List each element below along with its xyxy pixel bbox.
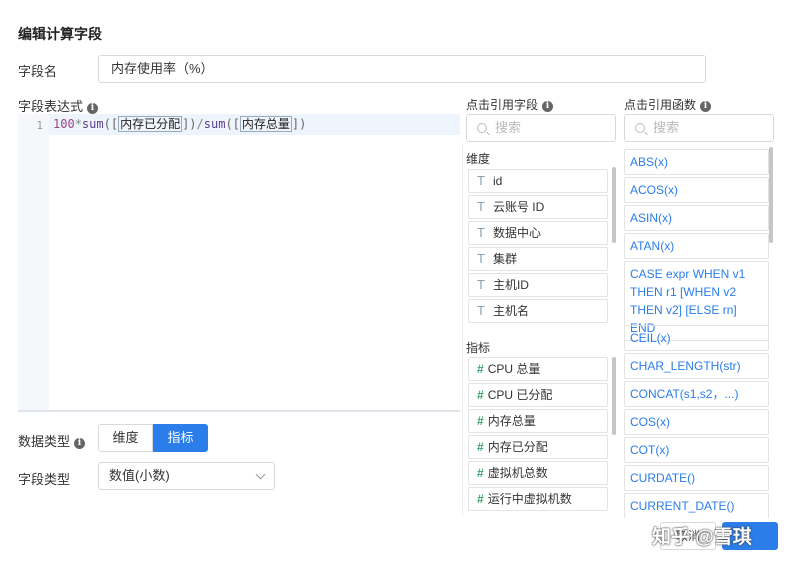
info-icon[interactable]: i <box>542 101 554 112</box>
field-item[interactable]: # 内存总量 <box>468 409 608 433</box>
field-item-label: 内存总量 <box>487 414 536 428</box>
data-type-toggle: 维度 指标 <box>98 424 208 452</box>
function-search-placeholder: 搜索 <box>653 120 680 135</box>
metric-group-label: 指标 <box>466 341 491 355</box>
text-type-icon: T <box>477 277 485 292</box>
field-type-value: 数值(小数) <box>109 468 170 483</box>
operator-token: / <box>196 117 204 131</box>
field-item-label: CPU 总量 <box>487 362 541 376</box>
field-name-input[interactable]: 内存使用率（%） <box>98 55 706 83</box>
function-item[interactable]: COS(x) <box>624 409 769 435</box>
hash-icon: # <box>477 362 484 376</box>
field-item[interactable]: # 运行中虚拟机数 <box>468 487 608 511</box>
field-type-select[interactable]: 数值(小数) <box>98 462 275 490</box>
field-item[interactable]: T 主机ID <box>468 273 608 297</box>
number-token: 100 <box>53 117 75 131</box>
functions-scrollbar[interactable] <box>769 147 773 243</box>
function-search-input[interactable]: 搜索 <box>624 114 774 142</box>
field-item[interactable]: T 数据中心 <box>468 221 608 245</box>
dimension-scrollbar[interactable] <box>612 167 616 243</box>
expression-label: 字段表达式 <box>18 99 84 114</box>
bracket-token: ]) <box>291 117 307 131</box>
field-item-label: 集群 <box>492 252 517 266</box>
text-type-icon: T <box>477 303 485 318</box>
field-item[interactable]: # CPU 已分配 <box>468 383 608 407</box>
fields-header-row: 点击引用字段 i <box>466 96 554 113</box>
field-item[interactable]: Tid <box>468 169 608 193</box>
search-icon <box>477 123 487 133</box>
function-token: sum <box>81 117 104 131</box>
field-item-label: 内存已分配 <box>487 440 548 454</box>
info-icon[interactable]: i <box>87 103 99 114</box>
function-item[interactable]: ACOS(x) <box>624 177 769 203</box>
info-icon[interactable]: i <box>74 438 86 449</box>
field-item[interactable]: # 虚拟机总数 <box>468 461 608 485</box>
field-reference[interactable]: 内存已分配 <box>118 116 183 132</box>
functions-list: ABS(x) ACOS(x) ASIN(x) ATAN(x) CASE expr… <box>624 143 776 518</box>
field-item[interactable]: T 集群 <box>468 247 608 271</box>
field-reference[interactable]: 内存总量 <box>239 116 292 132</box>
expression-label-row: 字段表达式 i <box>18 96 99 115</box>
function-item[interactable]: CEIL(x) <box>624 325 769 351</box>
field-item-label: CPU 已分配 <box>487 388 553 402</box>
expression-editor[interactable]: 1 100*sum([内存已分配])/sum([内存总量]) <box>18 114 460 412</box>
watermark: 知乎 @雪琪 <box>652 527 752 548</box>
function-token: sum <box>203 117 226 131</box>
metric-option[interactable]: 指标 <box>153 424 208 452</box>
field-item-label: 云账号 ID <box>492 200 545 214</box>
field-item[interactable]: # 内存已分配 <box>468 435 608 459</box>
field-search-placeholder: 搜索 <box>495 120 522 135</box>
dimension-option[interactable]: 维度 <box>98 424 153 452</box>
bracket-token: ([ <box>225 117 240 131</box>
operator-token: * <box>74 117 82 131</box>
dialog-title: 编辑计算字段 <box>18 26 102 42</box>
chevron-down-icon <box>255 469 266 480</box>
function-item[interactable]: ATAN(x) <box>624 233 769 259</box>
hash-icon: # <box>477 388 484 402</box>
function-item[interactable]: ASIN(x) <box>624 205 769 231</box>
field-search-input[interactable]: 搜索 <box>466 114 616 142</box>
text-type-icon: T <box>477 199 485 214</box>
field-item[interactable]: T 云账号 ID <box>468 195 608 219</box>
hash-icon: # <box>477 414 484 428</box>
panel-divider <box>462 143 463 515</box>
hash-icon: # <box>477 466 484 480</box>
field-item-label: id <box>492 174 503 188</box>
dimension-group-label: 维度 <box>466 152 491 166</box>
data-type-label-row: 数据类型 i <box>18 431 86 450</box>
metric-scrollbar[interactable] <box>612 357 616 435</box>
function-item[interactable]: ABS(x) <box>624 149 769 175</box>
fields-list: 维度 Tid T 云账号 ID T 数据中心 T 集群 T 主机ID T 主机名 指标 #… <box>462 143 616 515</box>
function-item[interactable]: CURRENT_DATE() <box>624 493 769 518</box>
data-type-label: 数据类型 <box>18 434 71 449</box>
field-item-label: 虚拟机总数 <box>487 466 548 480</box>
field-item-label: 主机名 <box>492 304 529 318</box>
field-item-label: 主机ID <box>492 278 529 292</box>
search-icon <box>635 123 645 133</box>
field-type-label: 字段类型 <box>18 472 71 487</box>
text-type-icon: T <box>477 225 485 240</box>
function-item[interactable]: CHAR_LENGTH(str) <box>624 353 769 379</box>
field-item[interactable]: # CPU 总量 <box>468 357 608 381</box>
bracket-token: ([ <box>103 117 119 131</box>
text-type-icon: T <box>477 173 485 188</box>
functions-header-row: 点击引用函数 i <box>624 96 712 113</box>
field-item[interactable]: T 主机名 <box>468 299 608 323</box>
editor-gutter <box>18 114 49 410</box>
info-icon[interactable]: i <box>700 101 712 112</box>
fields-header: 点击引用字段 <box>466 98 539 112</box>
field-item-label: 数据中心 <box>492 226 541 240</box>
functions-header: 点击引用函数 <box>624 98 697 112</box>
code-line[interactable]: 100*sum([内存已分配])/sum([内存总量]) <box>49 114 460 135</box>
hash-icon: # <box>477 492 484 506</box>
bracket-token: ]) <box>182 117 197 131</box>
field-item-label: 运行中虚拟机数 <box>487 492 572 506</box>
function-item[interactable]: COT(x) <box>624 437 769 463</box>
function-item[interactable]: CURDATE() <box>624 465 769 491</box>
text-type-icon: T <box>477 251 485 266</box>
line-number: 1 <box>36 119 43 132</box>
hash-icon: # <box>477 440 484 454</box>
field-name-label: 字段名 <box>18 64 58 79</box>
function-item[interactable]: CONCAT(s1,s2，...) <box>624 381 769 407</box>
